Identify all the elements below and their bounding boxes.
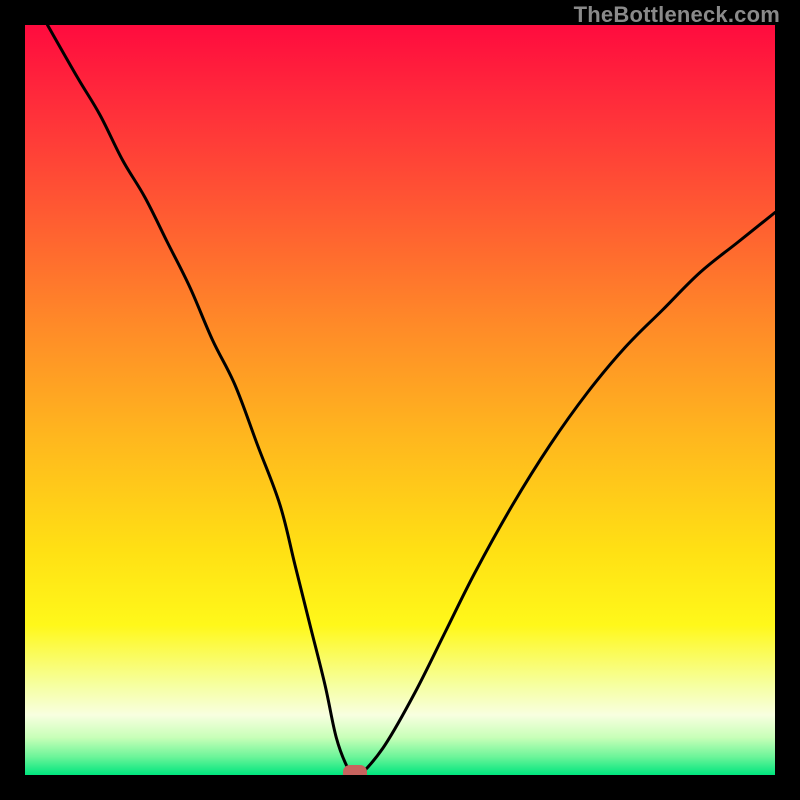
bottleneck-chart: [25, 25, 775, 775]
plot-area: [25, 25, 775, 775]
chart-frame: TheBottleneck.com: [0, 0, 800, 800]
optimal-marker: [343, 765, 367, 775]
gradient-background: [25, 25, 775, 775]
